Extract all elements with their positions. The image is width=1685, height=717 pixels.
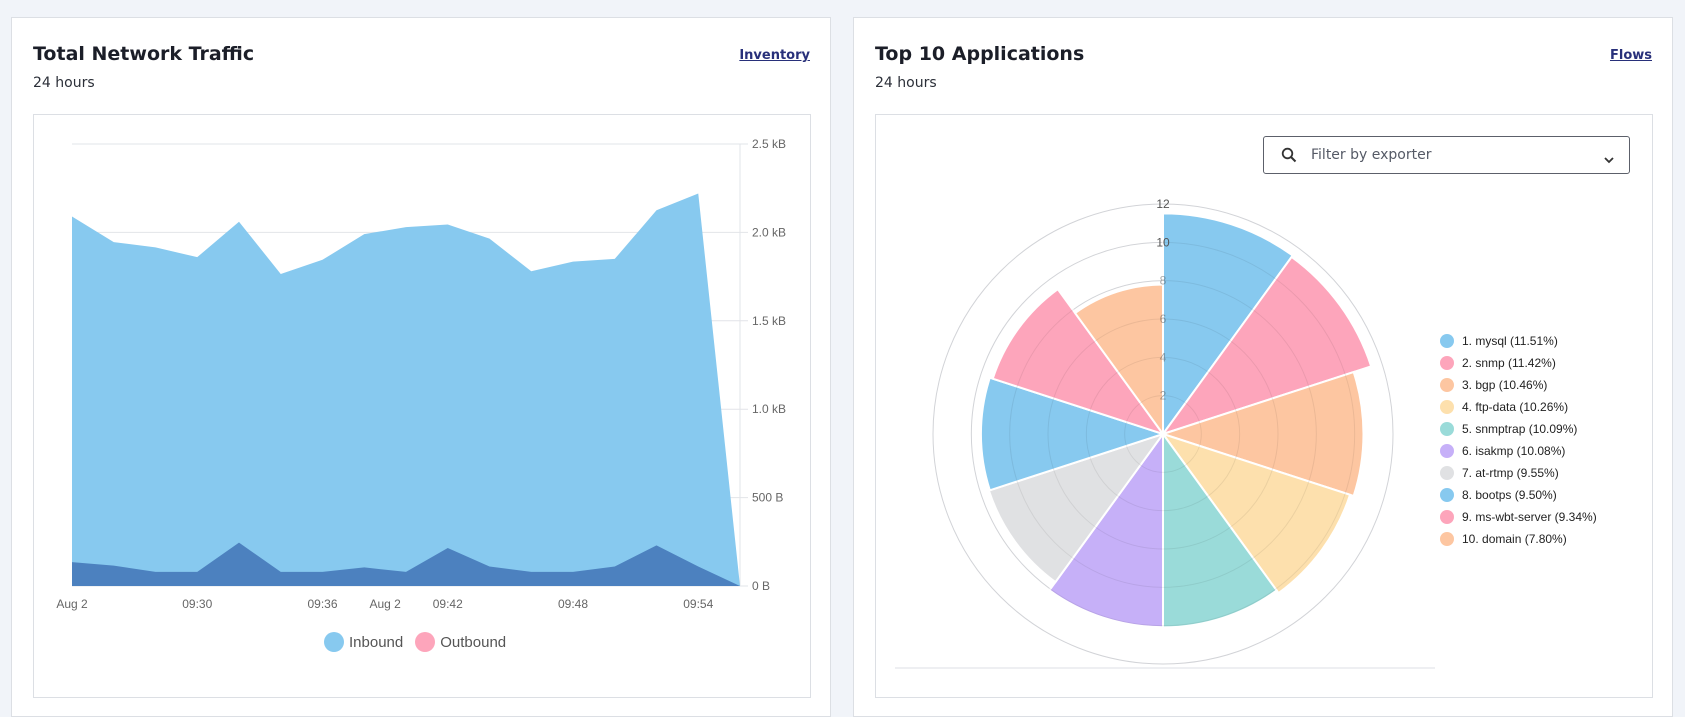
legend-item[interactable]: 3. bgp (10.46%) — [1440, 374, 1597, 396]
legend-item-inbound[interactable]: Inbound — [324, 632, 403, 652]
inbound-swatch — [324, 632, 344, 652]
chevron-down-icon — [1603, 150, 1615, 169]
legend-item[interactable]: 1. mysql (11.51%) — [1440, 330, 1597, 352]
legend-label: 1. mysql (11.51%) — [1462, 334, 1558, 348]
applications-legend: 1. mysql (11.51%) 2. snmp (11.42%) 3. bgp … — [1440, 330, 1597, 550]
legend-label: 4. ftp-data (10.26%) — [1462, 400, 1569, 414]
legend-swatch — [1440, 378, 1454, 392]
legend-item[interactable]: 10. domain (7.80%) — [1440, 528, 1597, 550]
legend-label: 3. bgp (10.46%) — [1462, 378, 1548, 392]
traffic-legend: Inbound Outbound — [324, 632, 518, 652]
legend-item[interactable]: 9. ms-wbt-server (9.34%) — [1440, 506, 1597, 528]
search-icon — [1281, 147, 1297, 167]
legend-item-outbound[interactable]: Outbound — [415, 632, 506, 652]
network-traffic-card: Total Network Traffic 24 hours Inventory — [11, 17, 831, 717]
legend-label: 7. at-rtmp (9.55%) — [1462, 466, 1559, 480]
legend-item[interactable]: 8. bootps (9.50%) — [1440, 484, 1597, 506]
exporter-filter-dropdown[interactable]: Filter by exporter — [1263, 136, 1630, 174]
legend-swatch — [1440, 466, 1454, 480]
card-title: Total Network Traffic — [33, 43, 255, 65]
outbound-swatch — [415, 632, 436, 652]
legend-label: Inbound — [349, 633, 404, 651]
filter-placeholder: Filter by exporter — [1311, 147, 1432, 163]
legend-item[interactable]: 4. ftp-data (10.26%) — [1440, 396, 1597, 418]
legend-item[interactable]: 2. snmp (11.42%) — [1440, 352, 1597, 374]
card-title: Top 10 Applications — [875, 43, 1085, 65]
legend-swatch — [1440, 334, 1454, 348]
legend-item[interactable]: 5. snmptrap (10.09%) — [1440, 418, 1597, 440]
legend-swatch — [1440, 444, 1454, 458]
legend-swatch — [1440, 422, 1454, 436]
legend-label: Outbound — [440, 633, 507, 651]
legend-swatch — [1440, 510, 1454, 524]
legend-item[interactable]: 6. isakmp (10.08%) — [1440, 440, 1597, 462]
legend-label: 5. snmptrap (10.09%) — [1462, 422, 1578, 436]
legend-swatch — [1440, 532, 1454, 546]
legend-label: 8. bootps (9.50%) — [1462, 488, 1557, 502]
traffic-chart-container — [33, 114, 811, 698]
legend-swatch — [1440, 400, 1454, 414]
inventory-link[interactable]: Inventory — [739, 48, 810, 63]
legend-label: 9. ms-wbt-server (9.34%) — [1462, 510, 1597, 524]
legend-item[interactable]: 7. at-rtmp (9.55%) — [1440, 462, 1597, 484]
legend-label: 10. domain (7.80%) — [1462, 532, 1567, 546]
legend-label: 2. snmp (11.42%) — [1462, 356, 1556, 370]
flows-link[interactable]: Flows — [1610, 48, 1652, 63]
card-subtitle: 24 hours — [875, 75, 937, 91]
legend-swatch — [1440, 356, 1454, 370]
legend-label: 6. isakmp (10.08%) — [1462, 444, 1566, 458]
legend-swatch — [1440, 488, 1454, 502]
card-subtitle: 24 hours — [33, 75, 95, 91]
